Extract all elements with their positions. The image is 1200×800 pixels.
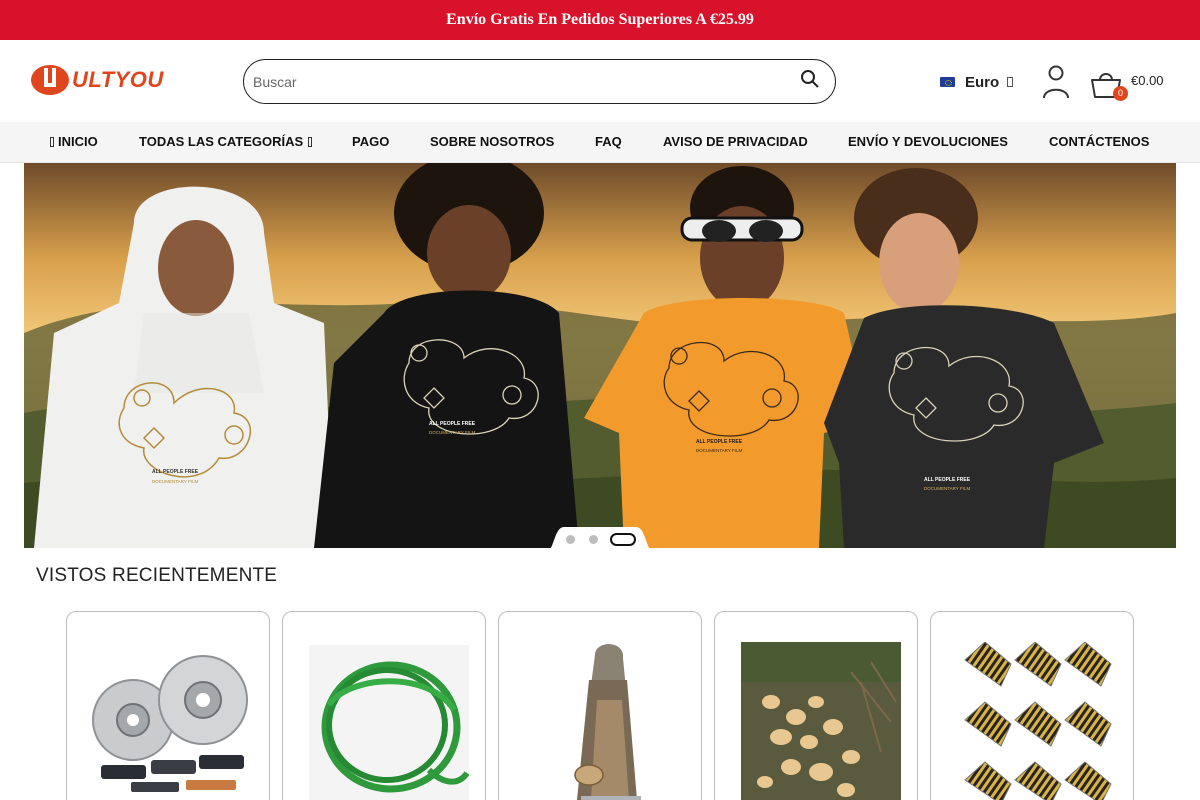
hero-carousel[interactable]: ALL PEOPLE FREE DOCUMENTARY FILM ALL PEO… <box>24 163 1176 548</box>
chevron-down-icon <box>308 137 313 147</box>
shirt-print-text: DOCUMENTARY FILM <box>152 479 199 484</box>
promo-text: Envío Gratis En Pedidos Superiores A €25… <box>446 11 754 28</box>
carousel-pagination <box>546 527 654 552</box>
product-card[interactable] <box>66 611 270 800</box>
logo[interactable]: ULTYOU <box>30 62 170 98</box>
product-image-figurine <box>574 644 641 800</box>
home-icon <box>50 137 54 147</box>
nav-label: FAQ <box>595 134 622 149</box>
shirt-print-text: ALL PEOPLE FREE <box>429 421 476 427</box>
section-title: VISTOS RECIENTEMENTE <box>36 565 278 586</box>
search-bar <box>243 59 836 104</box>
nav-item-privacidad[interactable]: AVISO DE PRIVACIDAD <box>663 122 808 163</box>
user-account-icon[interactable] <box>1042 65 1070 99</box>
currency-label: Euro <box>965 73 1000 91</box>
promo-banner: Envío Gratis En Pedidos Superiores A €25… <box>0 0 1200 40</box>
shirt-print-text: DOCUMENTARY FILM <box>924 486 971 491</box>
product-image-brake-discs <box>92 655 248 792</box>
nav-label: ENVÍO Y DEVOLUCIONES <box>848 134 1008 149</box>
nav-item-envio[interactable]: ENVÍO Y DEVOLUCIONES <box>848 122 1008 163</box>
carousel-dot-1[interactable] <box>566 535 575 544</box>
nav-item-contacto[interactable]: CONTÁCTENOS <box>1049 122 1149 163</box>
logo-mark-icon <box>31 65 69 95</box>
product-image-potatoes <box>741 642 901 800</box>
hero-image: ALL PEOPLE FREE DOCUMENTARY FILM ALL PEO… <box>24 163 1176 548</box>
nav-label: PAGO <box>352 134 390 149</box>
eu-flag-icon <box>940 77 955 87</box>
main-nav: INICIO TODAS LAS CATEGORÍAS PAGO SOBRE N… <box>0 122 1200 163</box>
shirt-print-text: ALL PEOPLE FREE <box>152 469 199 475</box>
carousel-dot-3-active[interactable] <box>610 533 636 546</box>
nav-label: SOBRE NOSOTROS <box>430 134 555 149</box>
nav-label: TODAS LAS CATEGORÍAS <box>139 134 304 149</box>
shirt-print-text: ALL PEOPLE FREE <box>696 439 743 445</box>
nav-item-sobre-nosotros[interactable]: SOBRE NOSOTROS <box>430 122 554 163</box>
product-card[interactable] <box>930 611 1134 800</box>
shirt-print-text: DOCUMENTARY FILM <box>696 448 743 453</box>
nav-item-faq[interactable]: FAQ <box>595 122 622 163</box>
logo-text: ULTYOU <box>72 67 164 92</box>
search-input[interactable] <box>253 72 773 92</box>
product-card[interactable] <box>498 611 702 800</box>
product-image-dart-flights <box>964 642 1112 800</box>
nav-label: CONTÁCTENOS <box>1049 134 1150 149</box>
shirt-print-text: ALL PEOPLE FREE <box>924 477 971 483</box>
search-icon[interactable] <box>800 69 820 89</box>
carousel-dot-2[interactable] <box>589 535 598 544</box>
product-image-green-belt <box>309 645 469 800</box>
nav-label: AVISO DE PRIVACIDAD <box>663 134 808 149</box>
chevron-down-icon <box>1007 77 1014 87</box>
currency-selector[interactable]: Euro <box>940 71 1014 93</box>
site-header: ULTYOU Euro 0 €0.00 <box>0 40 1200 122</box>
nav-label: INICIO <box>58 134 98 149</box>
product-card[interactable] <box>714 611 918 800</box>
nav-item-inicio[interactable]: INICIO <box>50 122 98 163</box>
nav-item-pago[interactable]: PAGO <box>352 122 389 163</box>
product-card[interactable] <box>282 611 486 800</box>
cart-total[interactable]: €0.00 <box>1131 73 1164 88</box>
nav-item-categorias[interactable]: TODAS LAS CATEGORÍAS <box>139 122 313 163</box>
cart-count-badge: 0 <box>1113 86 1128 101</box>
shirt-print-text: DOCUMENTARY FILM <box>429 430 476 435</box>
